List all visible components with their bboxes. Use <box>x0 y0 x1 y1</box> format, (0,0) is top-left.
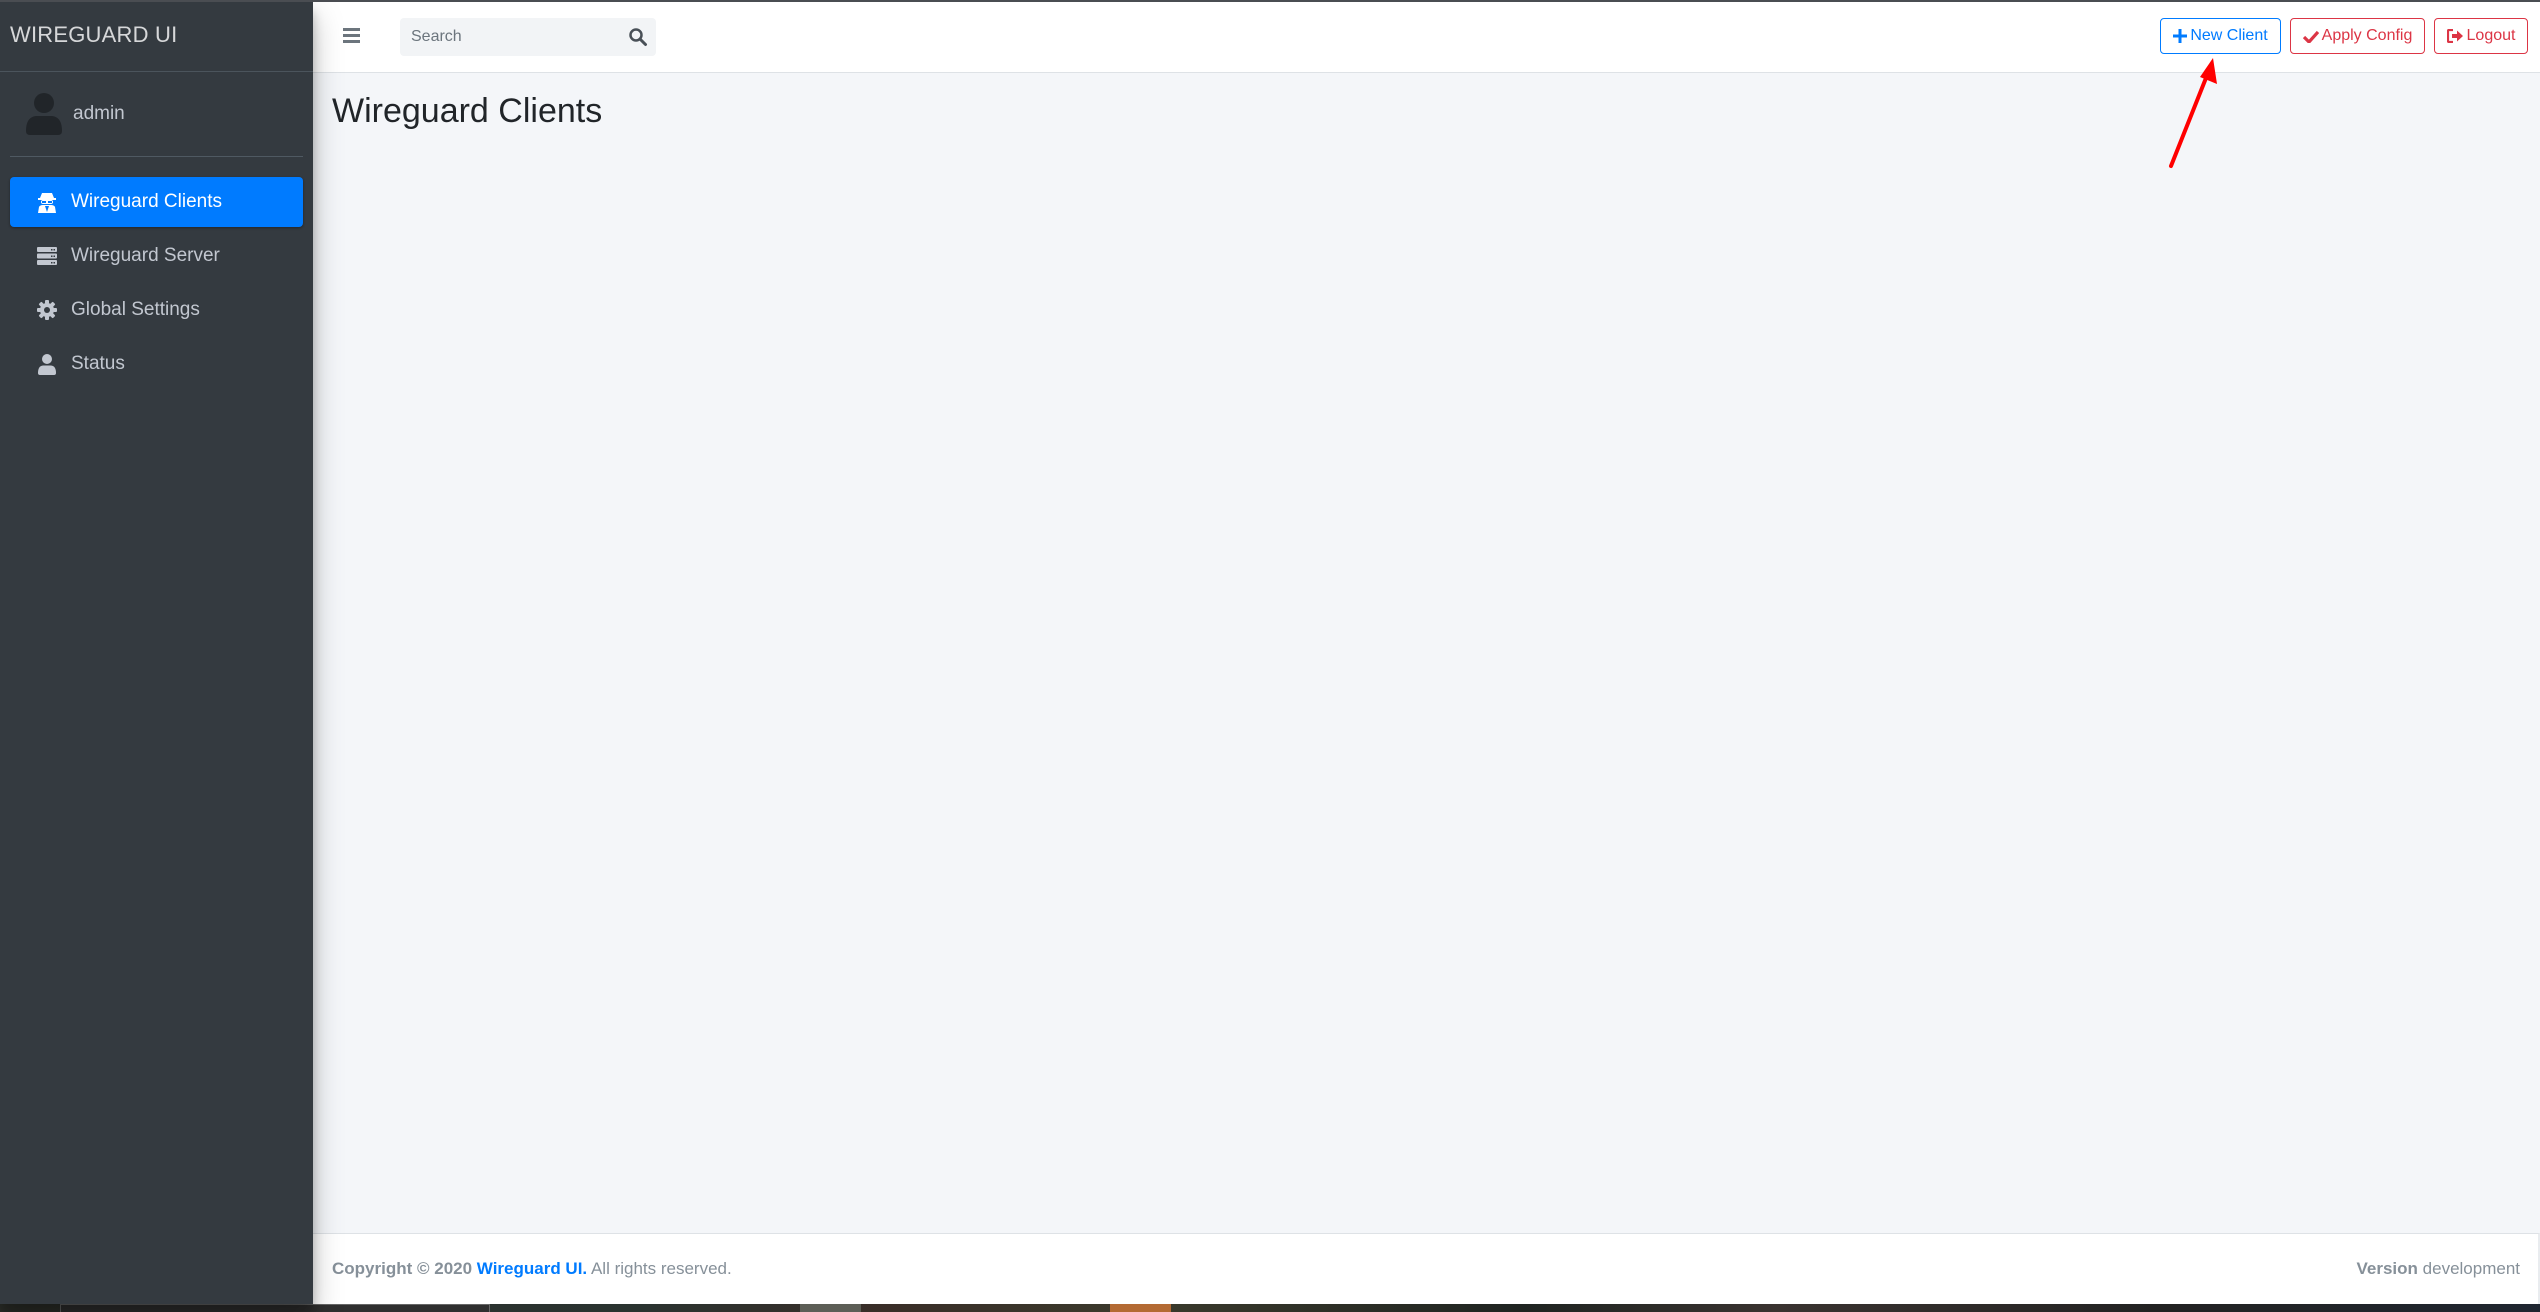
footer: Copyright © 2020 Wireguard UI. All right… <box>313 1233 2540 1304</box>
sidebar-item-label: Wireguard Clients <box>71 191 222 212</box>
rights-text: All rights reserved. <box>590 1259 732 1278</box>
sidebar-item-global-settings[interactable]: Global Settings <box>10 285 303 335</box>
sidebar-item-label: Global Settings <box>71 299 200 320</box>
sidebar-item-status[interactable]: Status <box>10 339 303 389</box>
user-name[interactable]: admin <box>73 103 125 125</box>
taskbar-item-active[interactable] <box>1110 1304 1171 1312</box>
footer-copyright: Copyright © 2020 Wireguard UI. All right… <box>332 1259 732 1279</box>
copyright-text: Copyright © 2020 <box>332 1259 473 1278</box>
sidebar-item-label: Wireguard Server <box>71 245 220 266</box>
taskbar-window[interactable] <box>60 1304 490 1312</box>
annotation-arrow <box>2169 58 2217 168</box>
new-client-button[interactable]: New Client <box>2160 18 2281 54</box>
page-title: Wireguard Clients <box>332 92 603 130</box>
user-secret-icon <box>36 191 58 213</box>
logout-button[interactable]: Logout <box>2434 18 2528 54</box>
apply-config-label: Apply Config <box>2321 27 2413 44</box>
server-icon <box>36 245 58 267</box>
plus-icon <box>2173 29 2188 43</box>
user-panel: admin <box>10 72 303 157</box>
top-navbar: New Client Apply Config Logout <box>313 2 2540 73</box>
arrow-shaft <box>2169 76 2208 168</box>
user-avatar-icon <box>26 93 62 135</box>
version-label: Version <box>2356 1259 2418 1278</box>
brand-title[interactable]: WIREGUARD UI <box>10 22 177 48</box>
footer-version: Version development <box>2357 1259 2521 1279</box>
new-client-label: New Client <box>2190 27 2268 44</box>
sidebar: WIREGUARD UI admin Wireguard Clients Wir… <box>0 2 313 1304</box>
logout-label: Logout <box>2466 27 2516 44</box>
taskbar-item[interactable] <box>800 1304 861 1312</box>
search-box <box>400 18 656 56</box>
search-input[interactable] <box>400 18 621 56</box>
window-top-border <box>0 0 2540 2</box>
sidebar-nav: Wireguard Clients Wireguard Server Globa… <box>10 177 303 393</box>
version-value: development <box>2422 1259 2520 1278</box>
hamburger-icon[interactable] <box>343 28 360 43</box>
sidebar-item-wireguard-clients[interactable]: Wireguard Clients <box>10 177 303 227</box>
check-icon <box>2302 30 2319 43</box>
brand[interactable]: WIREGUARD UI <box>0 2 313 72</box>
gear-icon <box>36 299 58 321</box>
sidebar-item-wireguard-server[interactable]: Wireguard Server <box>10 231 303 281</box>
sidebar-item-label: Status <box>71 353 125 374</box>
apply-config-button[interactable]: Apply Config <box>2290 18 2425 54</box>
search-icon[interactable] <box>628 27 648 47</box>
user-icon <box>36 353 58 375</box>
footer-brand-link[interactable]: Wireguard UI. <box>477 1259 587 1278</box>
sign-out-icon <box>2446 29 2463 43</box>
